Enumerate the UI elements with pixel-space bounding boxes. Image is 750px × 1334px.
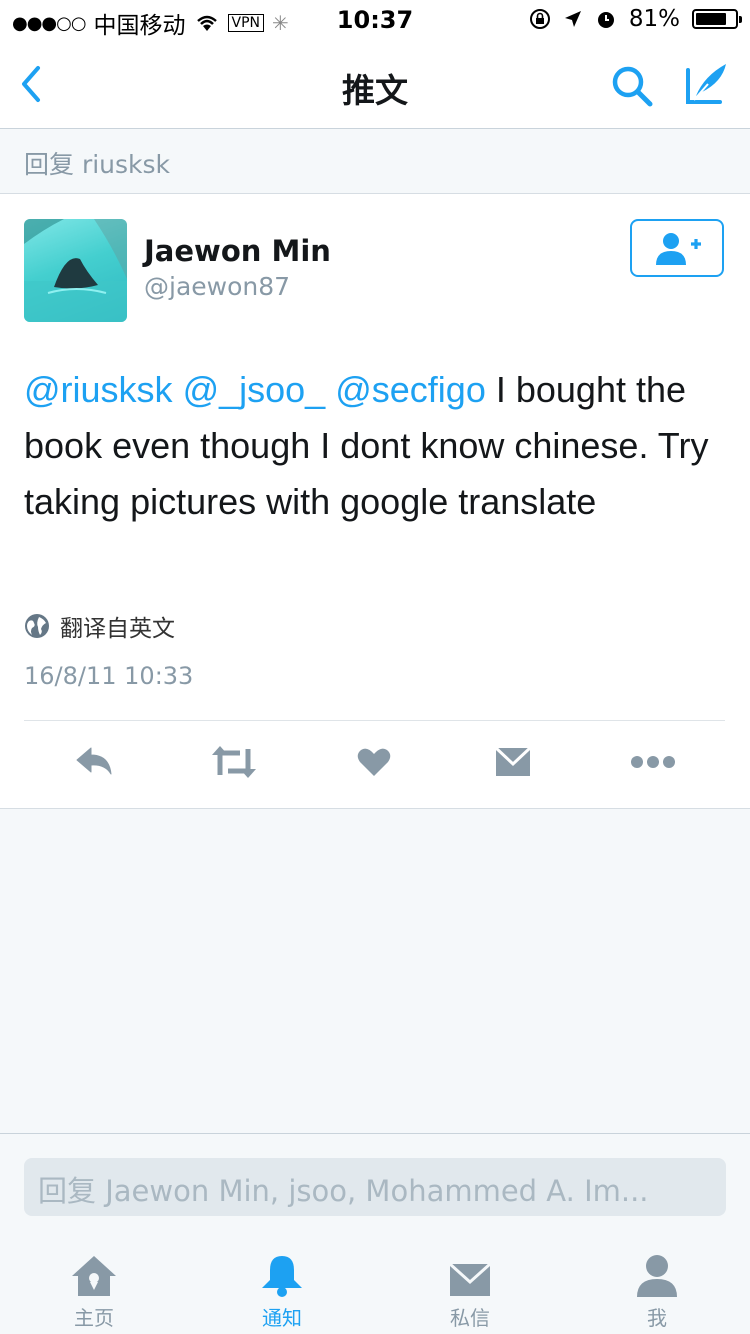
battery-level xyxy=(696,13,727,25)
tweet-detail: Jaewon Min @jaewon87 @riusksk @_jsoo_ @s… xyxy=(0,194,750,809)
rotation-lock-icon xyxy=(529,9,550,29)
direct-message-button[interactable] xyxy=(488,740,538,784)
mention-link[interactable]: @riusksk xyxy=(24,369,173,410)
reply-button[interactable] xyxy=(70,740,120,784)
tab-label: 通知 xyxy=(262,1306,302,1330)
tab-label: 主页 xyxy=(74,1306,114,1330)
heart-icon xyxy=(357,748,391,776)
bell-icon xyxy=(262,1256,302,1297)
more-button[interactable] xyxy=(628,740,678,784)
battery-percent: 81% xyxy=(628,6,680,32)
reply-context-banner[interactable]: 回复 riusksk xyxy=(0,129,750,194)
search-icon xyxy=(612,66,653,107)
tab-notifications[interactable]: 通知 xyxy=(222,1250,342,1331)
reply-input[interactable]: 回复 Jaewon Min, jsoo, Mohammed A. Im... xyxy=(24,1158,726,1216)
more-icon xyxy=(631,756,675,768)
status-right: 81% xyxy=(529,6,742,32)
like-button[interactable] xyxy=(349,740,399,784)
alarm-icon xyxy=(597,12,614,28)
compose-button[interactable] xyxy=(682,60,732,108)
tab-messages[interactable]: 私信 xyxy=(410,1250,530,1331)
tab-label: 我 xyxy=(647,1306,667,1330)
translate-label: 翻译自英文 xyxy=(60,616,175,642)
add-user-icon xyxy=(656,233,701,265)
follow-button[interactable] xyxy=(630,219,724,277)
divider xyxy=(24,720,725,721)
location-icon xyxy=(564,11,581,27)
tweet-timestamp: 16/8/11 10:33 xyxy=(24,662,194,690)
avatar-image xyxy=(24,219,127,322)
envelope-icon xyxy=(495,746,531,776)
reply-icon xyxy=(76,747,112,775)
tweet-text: @riusksk @_jsoo_ @secfigo I bought the b… xyxy=(24,362,729,530)
reply-context-text: 回复 riusksk xyxy=(24,150,171,179)
tab-bar: 主页 通知 私信 我 xyxy=(0,1242,750,1334)
mention-link[interactable]: @secfigo xyxy=(335,369,486,410)
envelope-icon xyxy=(449,1262,491,1296)
battery-icon xyxy=(692,9,742,29)
home-icon xyxy=(72,1256,116,1296)
reply-composer: 回复 Jaewon Min, jsoo, Mohammed A. Im... xyxy=(0,1133,750,1242)
author-name[interactable]: Jaewon Min xyxy=(144,234,331,268)
compose-icon xyxy=(686,64,726,104)
tweet-actions xyxy=(0,734,750,794)
translate-link[interactable]: 翻译自英文 xyxy=(24,609,175,643)
navigation-bar: 推文 xyxy=(0,40,750,129)
tab-me[interactable]: 我 xyxy=(597,1250,717,1331)
globe-icon xyxy=(25,614,49,638)
status-bar: ●●●○○ 中国移动 VPN ✳ 10:37 81% xyxy=(0,0,750,40)
tab-home[interactable]: 主页 xyxy=(34,1250,154,1331)
retweet-button[interactable] xyxy=(209,740,259,784)
avatar[interactable] xyxy=(24,219,127,322)
tab-label: 私信 xyxy=(450,1306,490,1330)
mention-link[interactable]: @_jsoo_ xyxy=(183,369,326,410)
retweet-icon xyxy=(212,746,256,778)
search-button[interactable] xyxy=(608,62,656,110)
author-handle[interactable]: @jaewon87 xyxy=(144,272,290,301)
profile-icon xyxy=(637,1255,677,1297)
